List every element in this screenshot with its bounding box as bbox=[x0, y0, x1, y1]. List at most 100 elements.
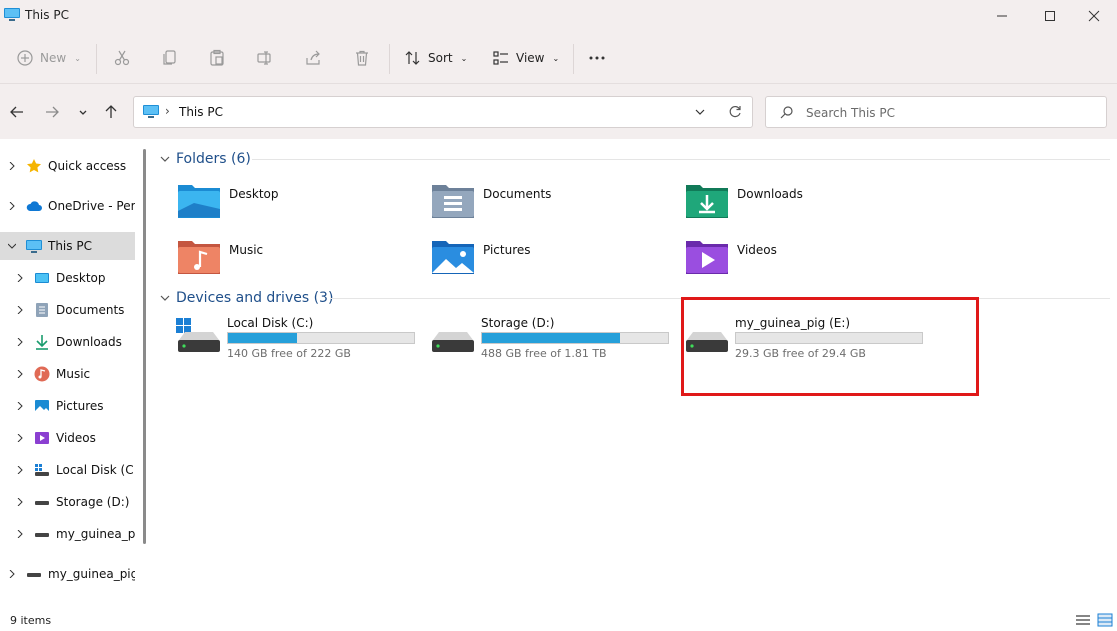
paste-button[interactable] bbox=[208, 46, 226, 70]
cut-button[interactable] bbox=[113, 46, 131, 70]
drives-group-header[interactable]: Devices and drives (3) bbox=[160, 287, 333, 309]
chevron-right-icon[interactable] bbox=[16, 306, 24, 314]
details-view-icon[interactable] bbox=[1075, 613, 1091, 627]
minimize-button[interactable] bbox=[979, 0, 1025, 32]
downloads-folder-icon bbox=[686, 185, 728, 218]
chevron-right-icon[interactable] bbox=[16, 530, 24, 538]
divider bbox=[573, 44, 574, 74]
address-bar[interactable]: › This PC bbox=[133, 96, 753, 128]
up-button[interactable] bbox=[101, 102, 121, 122]
folder-tile-pictures[interactable]: Pictures bbox=[430, 237, 680, 285]
folders-group-label: Folders (6) bbox=[176, 151, 251, 167]
view-list-icon bbox=[493, 51, 508, 65]
search-box[interactable] bbox=[765, 96, 1107, 128]
sidebar-item-local-disk-c[interactable]: Local Disk (C:) bbox=[0, 456, 135, 484]
trash-icon bbox=[356, 50, 368, 66]
copy-icon bbox=[163, 50, 176, 65]
status-bar: 9 items bbox=[0, 609, 1117, 631]
view-button[interactable]: View ⌄ bbox=[492, 46, 559, 70]
folder-name: Downloads bbox=[737, 187, 803, 201]
music-icon bbox=[34, 366, 50, 382]
navigation-bar: › This PC bbox=[0, 85, 1117, 139]
computer-icon bbox=[26, 240, 42, 253]
rename-button[interactable] bbox=[256, 46, 274, 70]
drive-free-space: 488 GB free of 1.81 TB bbox=[481, 347, 607, 360]
folder-tile-documents[interactable]: Documents bbox=[430, 181, 680, 229]
chevron-right-icon[interactable] bbox=[16, 434, 24, 442]
sidebar-item-guinea-pig-removable[interactable]: my_guinea_pig ( bbox=[0, 560, 135, 588]
drive-usage-fill bbox=[228, 333, 297, 343]
sidebar-item-videos[interactable]: Videos bbox=[0, 424, 135, 452]
sidebar-item-onedrive[interactable]: OneDrive - Perso bbox=[0, 192, 135, 220]
tiles-view-icon[interactable] bbox=[1097, 613, 1113, 627]
more-options-button[interactable] bbox=[588, 46, 606, 70]
close-icon bbox=[1088, 10, 1100, 22]
pictures-folder-icon bbox=[432, 241, 474, 274]
chevron-right-icon[interactable] bbox=[8, 570, 16, 578]
sidebar-item-label: Quick access bbox=[48, 159, 127, 173]
sidebar-item-storage-d[interactable]: Storage (D:) bbox=[0, 488, 135, 516]
folder-tile-downloads[interactable]: Downloads bbox=[684, 181, 934, 229]
chevron-right-icon[interactable] bbox=[8, 162, 16, 170]
recent-locations-button[interactable] bbox=[73, 102, 93, 122]
breadcrumb[interactable]: This PC bbox=[179, 105, 223, 119]
chevron-right-icon[interactable] bbox=[16, 370, 24, 378]
refresh-icon[interactable] bbox=[728, 105, 742, 119]
divider bbox=[96, 44, 97, 74]
share-icon bbox=[306, 50, 320, 65]
chevron-right-icon[interactable] bbox=[16, 338, 24, 346]
group-divider bbox=[252, 159, 1110, 160]
folder-tile-desktop[interactable]: Desktop bbox=[176, 181, 426, 229]
highlight-box bbox=[681, 297, 979, 396]
chevron-right-icon[interactable] bbox=[16, 402, 24, 410]
forward-button[interactable] bbox=[42, 102, 62, 122]
sidebar-scrollbar[interactable] bbox=[143, 149, 146, 544]
chevron-down-icon[interactable] bbox=[694, 106, 706, 118]
sidebar-item-music[interactable]: Music bbox=[0, 360, 135, 388]
folder-tile-music[interactable]: Music bbox=[176, 237, 426, 285]
sort-button[interactable]: Sort ⌄ bbox=[404, 46, 467, 70]
windows-drive-icon bbox=[35, 464, 49, 476]
plus-circle-icon bbox=[17, 50, 33, 66]
drive-icon bbox=[35, 533, 49, 537]
arrow-right-icon bbox=[46, 106, 59, 118]
folder-tile-videos[interactable]: Videos bbox=[684, 237, 934, 285]
search-input[interactable] bbox=[806, 103, 1096, 123]
close-button[interactable] bbox=[1071, 0, 1117, 32]
maximize-button[interactable] bbox=[1027, 0, 1073, 32]
chevron-right-icon[interactable] bbox=[8, 202, 16, 210]
drive-tile-storage-d[interactable]: Storage (D:) 488 GB free of 1.81 TB bbox=[430, 316, 680, 372]
download-icon bbox=[36, 335, 48, 350]
drive-tile-local-disk-c[interactable]: Local Disk (C:) 140 GB free of 222 GB bbox=[176, 316, 426, 372]
back-button[interactable] bbox=[7, 102, 27, 122]
drive-icon bbox=[35, 501, 49, 505]
copy-button[interactable] bbox=[161, 46, 179, 70]
delete-button[interactable] bbox=[353, 46, 371, 70]
drive-usage-fill bbox=[482, 333, 620, 343]
sidebar-item-pictures[interactable]: Pictures bbox=[0, 392, 135, 420]
sidebar-item-downloads[interactable]: Downloads bbox=[0, 328, 135, 356]
sidebar-item-desktop[interactable]: Desktop bbox=[0, 264, 135, 292]
sidebar-item-label: my_guinea_pig ( bbox=[48, 567, 135, 581]
star-icon bbox=[27, 159, 41, 173]
drive-usage-bar bbox=[481, 332, 669, 344]
more-icon bbox=[589, 56, 605, 60]
folders-group-header[interactable]: Folders (6) bbox=[160, 148, 251, 170]
command-bar: New ⌄ Sort ⌄ View ⌄ bbox=[0, 32, 1117, 84]
new-label: New bbox=[40, 51, 67, 65]
pictures-icon bbox=[35, 400, 49, 412]
sidebar-item-this-pc[interactable]: This PC bbox=[0, 232, 135, 260]
share-button[interactable] bbox=[304, 46, 322, 70]
computer-icon bbox=[143, 105, 159, 118]
chevron-right-icon[interactable] bbox=[16, 498, 24, 506]
chevron-right-icon[interactable] bbox=[16, 274, 24, 282]
sidebar-item-quick-access[interactable]: Quick access bbox=[0, 152, 135, 180]
scissors-icon bbox=[114, 50, 130, 66]
chevron-right-icon[interactable] bbox=[16, 466, 24, 474]
sidebar-item-guinea-pig-drive[interactable]: my_guinea_pig bbox=[0, 520, 135, 548]
chevron-down-icon[interactable] bbox=[8, 242, 16, 250]
sidebar-item-label: Documents bbox=[56, 303, 125, 317]
sidebar-item-documents[interactable]: Documents bbox=[0, 296, 135, 324]
new-button[interactable]: New ⌄ bbox=[16, 46, 81, 70]
folder-name: Videos bbox=[737, 243, 777, 257]
